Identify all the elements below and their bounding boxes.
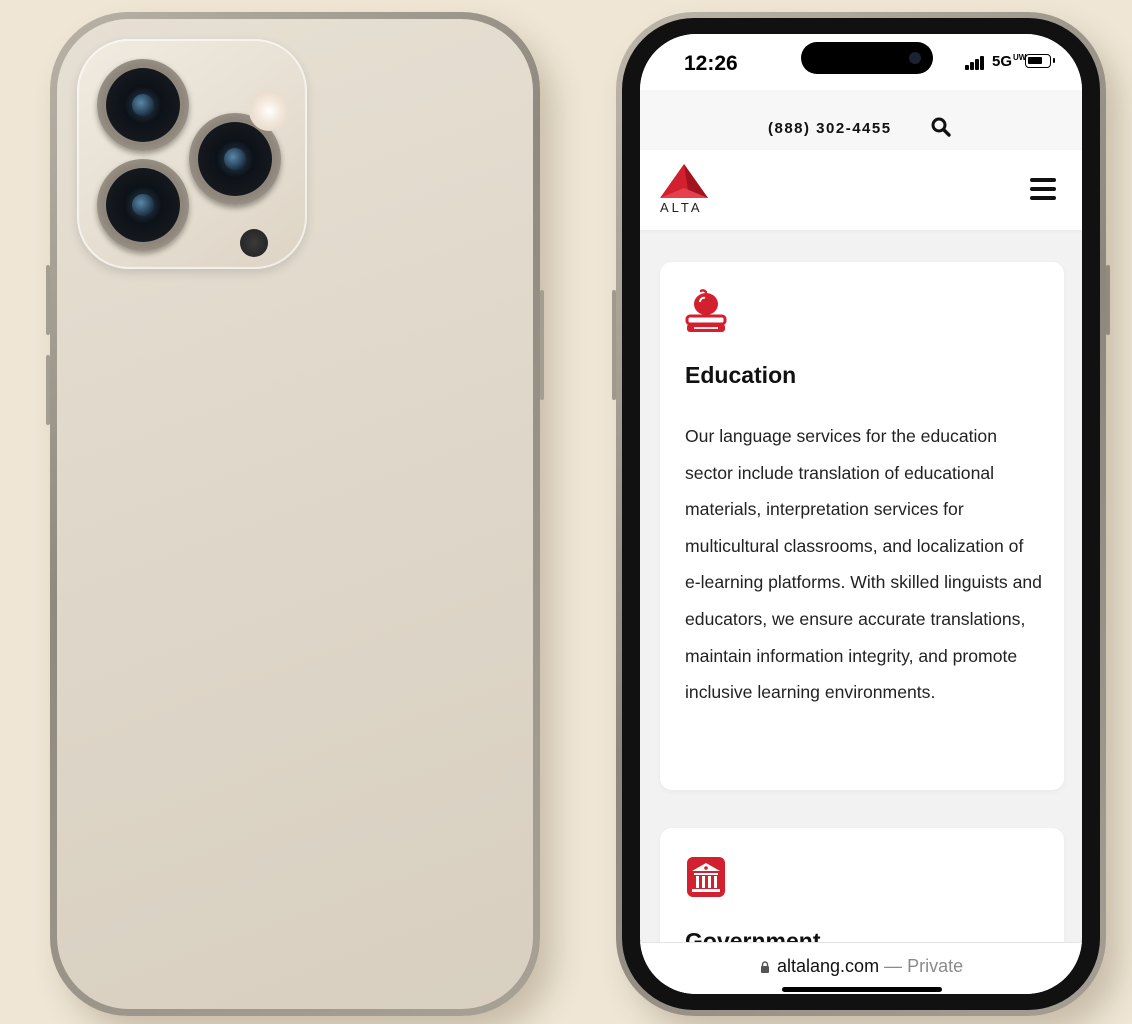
network-label: 5GUW bbox=[992, 53, 1027, 70]
url-separator: — bbox=[879, 956, 908, 976]
lidar-sensor-icon bbox=[240, 229, 268, 257]
status-time: 12:26 bbox=[684, 52, 738, 75]
contact-bar: (888) 302-4455 bbox=[640, 90, 1082, 150]
url-domain: altalang.com bbox=[777, 956, 880, 976]
government-building-icon bbox=[687, 857, 725, 897]
home-indicator[interactable] bbox=[782, 987, 942, 992]
phone-back bbox=[50, 12, 540, 1016]
battery-icon bbox=[1025, 54, 1055, 68]
side-button bbox=[46, 265, 50, 335]
phone-front: 12:26 5GUW (888) 302-4455 ALTA Education… bbox=[616, 12, 1106, 1016]
private-mode-label: Private bbox=[907, 956, 964, 976]
hamburger-menu-icon[interactable] bbox=[1030, 178, 1056, 200]
camera-module bbox=[77, 39, 307, 269]
side-button bbox=[1106, 265, 1110, 335]
phone-screen: 12:26 5GUW (888) 302-4455 ALTA Education… bbox=[640, 34, 1082, 994]
card-title: Education bbox=[685, 362, 797, 388]
site-header: ALTA bbox=[640, 150, 1082, 230]
camera-lens-icon bbox=[97, 59, 189, 151]
lock-icon bbox=[761, 961, 769, 973]
apple-book-icon bbox=[685, 289, 727, 332]
side-button bbox=[540, 290, 544, 400]
flash-icon bbox=[249, 91, 289, 131]
signal-icon bbox=[965, 56, 987, 70]
url-text[interactable]: altalang.com — Private bbox=[777, 956, 963, 977]
status-bar: 12:26 5GUW bbox=[640, 34, 1082, 90]
phone-number-link[interactable]: (888) 302-4455 bbox=[768, 120, 892, 137]
service-card-education: Education Our language services for the … bbox=[660, 262, 1064, 790]
phone-back-panel bbox=[57, 19, 533, 1009]
card-body: Our language services for the education … bbox=[685, 426, 1042, 703]
search-icon[interactable] bbox=[930, 116, 952, 138]
side-button bbox=[46, 355, 50, 425]
browser-url-bar[interactable]: altalang.com — Private bbox=[640, 942, 1082, 994]
logo-text: ALTA bbox=[660, 200, 703, 215]
camera-lens-icon bbox=[97, 159, 189, 251]
dynamic-island bbox=[801, 42, 933, 74]
